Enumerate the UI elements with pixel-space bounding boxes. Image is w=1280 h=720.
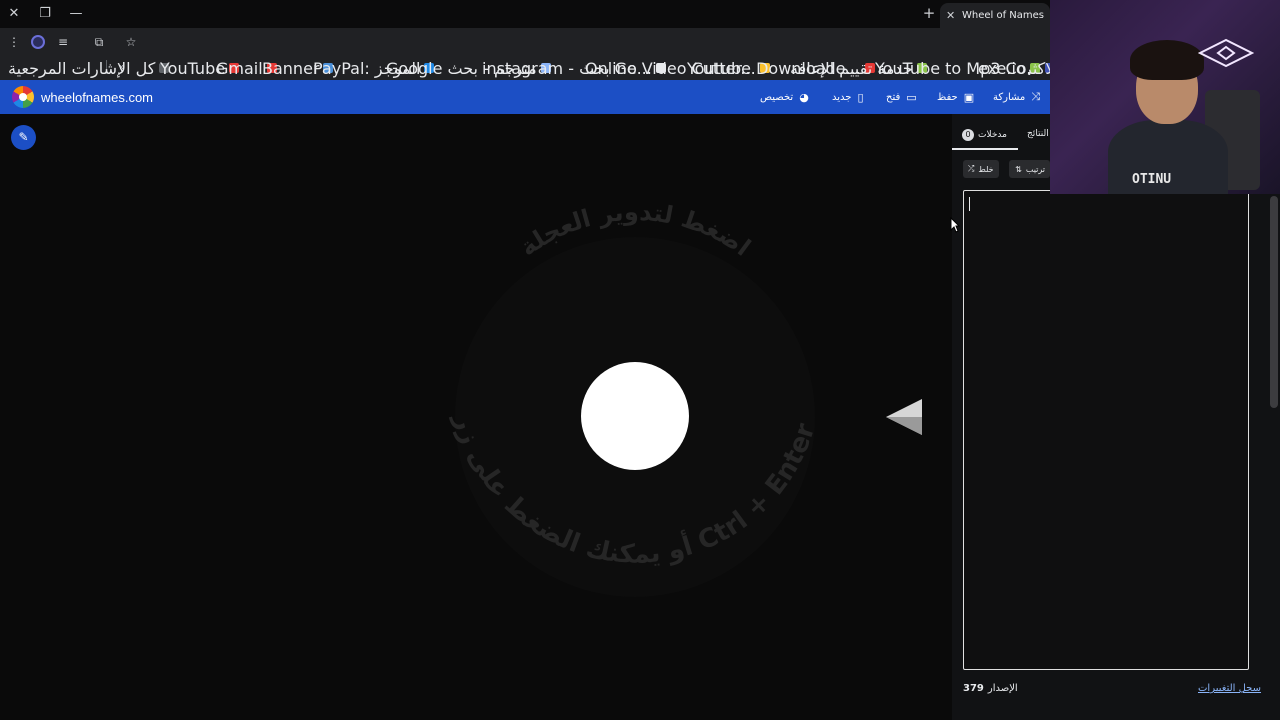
wheel[interactable]: اضغط لتدوير العجلة أو يمكنك الضغط على زر…: [390, 175, 880, 665]
sort-button[interactable]: ترتيب ⇅: [1009, 160, 1050, 178]
entries-scrollbar[interactable]: [1270, 196, 1278, 408]
palette-icon: ◕: [799, 90, 809, 104]
text-caret: [969, 197, 970, 211]
edit-pencil-button[interactable]: ✎: [11, 125, 36, 150]
webcam-shirt-text: OTINU: [1132, 172, 1172, 187]
folder-icon: ▭: [906, 90, 917, 104]
sort-icon: ⇅: [1015, 164, 1022, 174]
neon-logo-icon: [1198, 38, 1254, 68]
tab-results-label: النتائج: [1027, 129, 1049, 139]
restore-window-icon[interactable]: ❐: [36, 5, 54, 23]
version-info: الإصدار 379: [963, 683, 1018, 694]
tab-entries-label: مدخلات: [978, 130, 1007, 140]
entries-count-badge: 0: [962, 129, 974, 141]
minimize-window-icon[interactable]: —: [67, 5, 85, 23]
new-button[interactable]: ▯ جديد: [832, 89, 864, 105]
customize-label: تخصيص: [760, 91, 794, 103]
open-button[interactable]: ▭ فتح: [886, 89, 917, 105]
close-window-icon[interactable]: ✕: [5, 5, 23, 23]
tab-entries[interactable]: مدخلات 0: [962, 129, 1007, 141]
shuffle-label: خلط: [978, 164, 994, 174]
bookmark-label: Banner: [262, 58, 320, 78]
share-icon: ⤨: [1031, 90, 1041, 103]
sort-label: ترتيب: [1025, 164, 1045, 174]
wheel-logo-icon[interactable]: [12, 86, 34, 108]
browser-toolbar: [0, 28, 1050, 56]
bookmark-item[interactable]: الاكثر...: [1024, 61, 1050, 75]
tab-title: Wheel of Names | شوائي: [961, 10, 1044, 21]
version-label: الإصدار: [987, 683, 1018, 694]
version-number: 379: [963, 683, 984, 694]
share-label: مشاركة: [993, 91, 1026, 103]
bookmark-label: الاكثر...: [1024, 61, 1050, 75]
entries-textarea[interactable]: [963, 190, 1249, 670]
mouse-cursor-icon: [950, 217, 960, 233]
open-label: فتح: [886, 91, 901, 103]
save-label: حفظ: [937, 91, 958, 103]
browser-tab-bar: [0, 0, 1050, 28]
wheel-center[interactable]: [581, 362, 689, 470]
webcam-overlay: OTINU: [1050, 0, 1280, 194]
save-icon: ▣: [963, 90, 975, 104]
menu-dots-icon[interactable]: ⋮: [5, 33, 23, 51]
tab-close-icon[interactable]: ✕: [946, 9, 955, 22]
site-title[interactable]: wheelofnames.com: [41, 90, 153, 105]
customize-button[interactable]: ◕ تخصيص: [760, 89, 809, 105]
bookmark-item[interactable]: كل الإشارات المرجعية: [8, 58, 170, 78]
bookmark-label: كل الإشارات المرجعية: [8, 58, 156, 78]
new-label: جديد: [832, 91, 852, 103]
extensions-icon[interactable]: ⧉: [90, 33, 108, 51]
shuffle-icon: ⤮: [968, 164, 975, 173]
shuffle-button[interactable]: خلط ⤮: [963, 160, 999, 178]
bookmark-label: exe.io: [978, 58, 1026, 78]
reading-list-icon[interactable]: ≡: [54, 33, 72, 51]
save-button[interactable]: ▣ حفظ: [937, 89, 974, 105]
active-tab-indicator: [952, 148, 1018, 150]
profile-avatar[interactable]: [31, 35, 45, 49]
changelog-link[interactable]: سجل التغييرات: [1198, 683, 1261, 694]
wheel-pointer-icon: [886, 399, 922, 435]
bookmark-label: Gmail: [216, 58, 263, 78]
browser-tab[interactable]: Wheel of Names | شوائي ✕: [940, 3, 1050, 28]
tab-results[interactable]: النتائج: [1027, 129, 1050, 139]
share-button[interactable]: ⤨ مشاركة: [993, 89, 1040, 105]
new-tab-button[interactable]: +: [920, 4, 938, 22]
new-file-icon: ▯: [857, 90, 864, 104]
bookmark-star-icon[interactable]: ☆: [122, 33, 140, 51]
webcam-person-hair: [1130, 40, 1204, 80]
